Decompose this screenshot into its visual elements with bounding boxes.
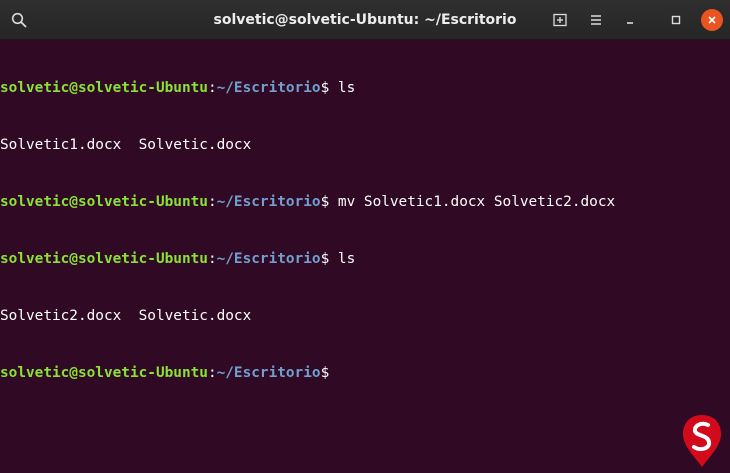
prompt-path: ~/Escritorio <box>216 251 321 267</box>
prompt-user: solvetic@solvetic-Ubuntu <box>0 194 208 210</box>
minimize-button[interactable] <box>616 6 644 34</box>
terminal-line: Solvetic2.docx Solvetic.docx <box>0 307 730 326</box>
close-button[interactable] <box>698 6 726 34</box>
prompt-separator: : <box>207 365 217 381</box>
maximize-button[interactable] <box>662 6 690 34</box>
new-tab-icon <box>553 13 567 27</box>
solvetic-logo-icon <box>683 415 721 467</box>
prompt-user: solvetic@solvetic-Ubuntu <box>0 365 208 381</box>
terminal-line: solvetic@solvetic-Ubuntu:~/Escritorio$ m… <box>0 193 730 212</box>
terminal-line: Solvetic1.docx Solvetic.docx <box>0 136 730 155</box>
prompt-symbol: $ <box>320 251 330 267</box>
terminal-line: solvetic@solvetic-Ubuntu:~/Escritorio$ l… <box>0 250 730 269</box>
terminal-window: solvetic@solvetic-Ubuntu: ~/Escritorio s… <box>0 0 730 473</box>
prompt-separator: : <box>207 194 217 210</box>
close-button-circle <box>701 9 723 31</box>
terminal-line: solvetic@solvetic-Ubuntu:~/Escritorio$ l… <box>0 79 730 98</box>
command-output: Solvetic2.docx Solvetic.docx <box>0 308 252 324</box>
terminal-line: solvetic@solvetic-Ubuntu:~/Escritorio$ <box>0 364 730 383</box>
prompt-symbol: $ <box>320 365 330 381</box>
close-icon <box>708 16 716 24</box>
maximize-icon <box>671 15 681 25</box>
title-bar[interactable]: solvetic@solvetic-Ubuntu: ~/Escritorio <box>0 0 730 40</box>
prompt-user: solvetic@solvetic-Ubuntu <box>0 251 208 267</box>
prompt-path: ~/Escritorio <box>216 80 321 96</box>
search-button[interactable] <box>4 5 34 35</box>
terminal-content[interactable]: solvetic@solvetic-Ubuntu:~/Escritorio$ l… <box>0 41 730 473</box>
prompt-symbol: $ <box>320 80 330 96</box>
command-text: ls <box>329 251 356 267</box>
prompt-path: ~/Escritorio <box>216 194 321 210</box>
command-text: ls <box>329 80 356 96</box>
prompt-user: solvetic@solvetic-Ubuntu <box>0 80 208 96</box>
minimize-icon <box>627 22 633 24</box>
hamburger-menu-icon <box>591 15 601 25</box>
menu-button[interactable] <box>582 6 610 34</box>
new-tab-button[interactable] <box>546 6 574 34</box>
command-text: mv Solvetic1.docx Solvetic2.docx <box>329 194 616 210</box>
search-icon <box>11 12 27 28</box>
prompt-separator: : <box>207 80 217 96</box>
prompt-path: ~/Escritorio <box>216 365 321 381</box>
command-output: Solvetic1.docx Solvetic.docx <box>0 137 252 153</box>
prompt-symbol: $ <box>320 194 330 210</box>
prompt-separator: : <box>207 251 217 267</box>
